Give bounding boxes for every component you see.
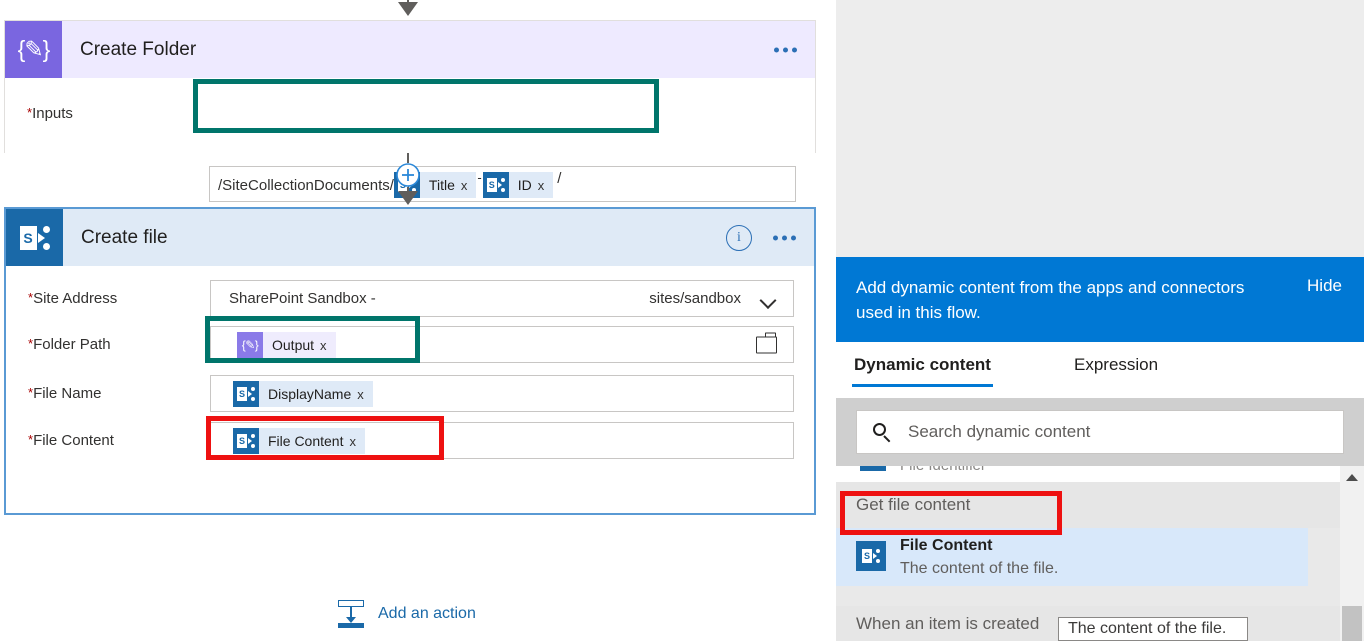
token-chip-file-content[interactable]: S File Content x (233, 428, 365, 454)
tab-expression[interactable]: Expression (1074, 355, 1158, 375)
group-label: Get file content (856, 495, 971, 514)
file-name-field[interactable]: S DisplayName x (210, 375, 794, 412)
sharepoint-icon (860, 466, 886, 471)
scroll-up-arrow-icon[interactable] (1346, 474, 1358, 481)
card-more-menu-button[interactable] (773, 235, 796, 240)
folder-path-field[interactable]: {✎} Output x (210, 326, 794, 363)
dot (792, 47, 797, 52)
dot (782, 235, 787, 240)
token-label: Output (272, 337, 315, 353)
panel-top-empty-area (836, 0, 1364, 257)
page-title: Create Folder (80, 38, 197, 60)
flow-connector-arrow-middle (396, 153, 420, 205)
action-card-create-folder[interactable]: {✎} Create Folder *Inputs /SiteCollectio… (4, 20, 816, 202)
token-remove-icon[interactable]: x (460, 179, 477, 192)
add-an-action-button[interactable]: Add an action (338, 600, 476, 628)
card-title: Create file (81, 226, 168, 248)
dot (791, 235, 796, 240)
group-header-get-file-content[interactable]: Get file content (836, 482, 1340, 528)
card-more-menu-button[interactable] (774, 47, 797, 52)
token-remove-icon[interactable]: x (537, 179, 554, 192)
inputs-suffix-text: / (557, 170, 562, 187)
panel-tabs: Dynamic content Expression (836, 342, 1364, 398)
sharepoint-icon: S (233, 381, 259, 407)
sharepoint-icon: S (856, 541, 886, 571)
dynamic-content-list[interactable]: File Identifier Get file content S File … (836, 466, 1340, 641)
tab-dynamic-content[interactable]: Dynamic content (852, 355, 993, 387)
panel-scrollbar[interactable] (1340, 466, 1364, 641)
tooltip-text: The content of the file. (1068, 620, 1227, 637)
callout-pointer (823, 460, 836, 486)
token-chip-output[interactable]: {✎} Output x (237, 332, 336, 358)
token-remove-icon[interactable]: x (348, 435, 365, 448)
flow-connector-arrow-top (398, 0, 418, 16)
inputs-prefix-text: /SiteCollectionDocuments/ (218, 176, 394, 194)
hide-banner-button[interactable]: Hide (1307, 276, 1342, 296)
file-content-field[interactable]: S File Content x (210, 422, 794, 459)
list-item-label: File Identifier (900, 466, 986, 474)
list-item-file-content[interactable]: S File Content The content of the file. (836, 528, 1308, 586)
flow-canvas: {✎} Create Folder *Inputs /SiteCollectio… (0, 0, 836, 641)
card-header[interactable]: {✎} Create Folder (5, 21, 815, 78)
sharepoint-icon: S (6, 209, 63, 266)
dot (774, 47, 779, 52)
file-name-label: *File Name (28, 385, 102, 402)
panel-banner: Add dynamic content from the apps and co… (836, 257, 1364, 342)
folder-path-label: *Folder Path (28, 336, 111, 353)
token-remove-icon[interactable]: x (356, 388, 373, 401)
file-content-label: *File Content (28, 432, 114, 449)
dynamic-content-panel: Add dynamic content from the apps and co… (823, 0, 1364, 641)
add-action-icon (338, 600, 364, 628)
token-chip-id[interactable]: S ID x (482, 172, 554, 198)
screenshot-root: {✎} Create Folder *Inputs /SiteCollectio… (0, 0, 1364, 641)
dot (773, 235, 778, 240)
list-item-subtitle: The content of the file. (900, 560, 1059, 577)
site-address-value: SharePoint Sandbox - (229, 290, 376, 307)
compose-icon: {✎} (5, 21, 62, 78)
search-input[interactable]: Search dynamic content (856, 410, 1344, 454)
tooltip: The content of the file. (1058, 617, 1248, 641)
token-label: ID (517, 177, 532, 193)
search-area: Search dynamic content (836, 398, 1364, 466)
group-label: When an item is created (856, 614, 1040, 633)
token-label: DisplayName (268, 386, 352, 402)
card-header[interactable]: S Create file i (6, 209, 814, 266)
search-placeholder: Search dynamic content (908, 422, 1091, 441)
site-address-label: *Site Address (28, 290, 118, 307)
chevron-down-icon[interactable] (762, 294, 777, 303)
banner-message: Add dynamic content from the apps and co… (856, 278, 1245, 322)
inputs-label: *Inputs (27, 105, 73, 122)
dot (783, 47, 788, 52)
token-label: File Content (268, 433, 344, 449)
sharepoint-icon: S (482, 172, 509, 198)
info-icon[interactable]: i (726, 224, 752, 251)
compose-icon: {✎} (237, 332, 263, 358)
folder-picker-icon[interactable] (756, 332, 777, 353)
card-body: *Inputs /SiteCollectionDocuments/ S Titl… (5, 78, 815, 202)
list-item-title: File Content (900, 537, 993, 554)
list-item-partial-file-identifier[interactable]: File Identifier (836, 466, 1340, 482)
action-card-create-file[interactable]: S Create file i *Site Address SharePoint… (4, 207, 816, 515)
sharepoint-icon: S (233, 428, 259, 454)
token-chip-displayname[interactable]: S DisplayName x (233, 381, 373, 407)
compose-glyph: {✎} (17, 36, 51, 62)
scrollbar-thumb[interactable] (1342, 606, 1362, 641)
token-remove-icon[interactable]: x (319, 339, 336, 352)
search-icon (873, 422, 892, 442)
site-address-value-right: sites/sandbox (649, 290, 741, 307)
inputs-field[interactable]: /SiteCollectionDocuments/ S Title x - S (209, 166, 796, 202)
site-address-dropdown[interactable]: SharePoint Sandbox - sites/sandbox (210, 280, 794, 317)
add-an-action-label: Add an action (378, 605, 476, 622)
